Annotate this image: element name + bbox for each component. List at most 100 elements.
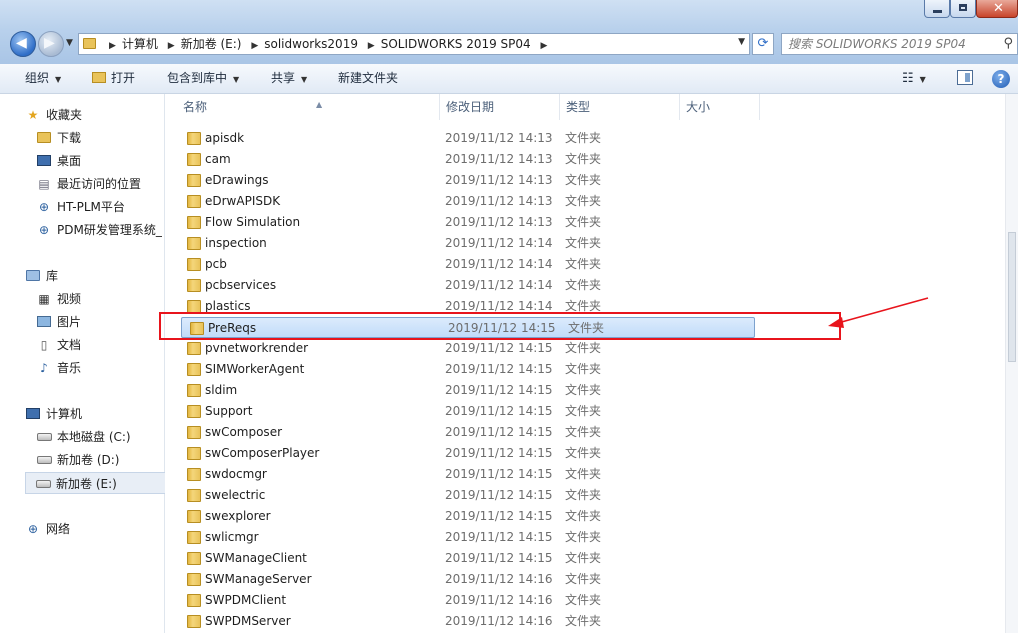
breadcrumb-separator-icon[interactable]: ▶ xyxy=(541,36,548,56)
breadcrumb-drive-e[interactable]: 新加卷 (E:) xyxy=(181,34,242,54)
column-header-type[interactable]: 类型 xyxy=(560,94,680,120)
music-icon: ♪ xyxy=(40,361,48,375)
navigation-pane: ★ 收藏夹 下载 桌面 ▤ 最近访问的位置 ⊕ HT-PLM平台 ⊕ PDM研发管理系统… xyxy=(0,94,188,633)
file-row[interactable]: SWManageServer 2019/11/12 14:16 文件夹 xyxy=(179,569,753,590)
nav-desktop[interactable]: 桌面 xyxy=(36,150,81,172)
file-row[interactable]: swComposer 2019/11/12 14:15 文件夹 xyxy=(179,422,753,443)
include-label: 包含到库中 xyxy=(167,71,228,85)
file-row[interactable]: Support 2019/11/12 14:15 文件夹 xyxy=(179,401,753,422)
breadcrumb-separator-icon[interactable]: ▶ xyxy=(368,36,375,56)
file-type: 文件夹 xyxy=(565,341,602,355)
nav-favorites[interactable]: ★ 收藏夹 xyxy=(25,104,82,126)
maximize-button[interactable] xyxy=(950,0,976,18)
search-box[interactable]: ⚲ xyxy=(781,33,1018,55)
back-button[interactable]: ◀ xyxy=(10,31,36,57)
file-row[interactable]: apisdk 2019/11/12 14:13 文件夹 xyxy=(179,128,753,149)
nav-recent-places[interactable]: ▤ 最近访问的位置 xyxy=(36,173,141,195)
nav-pdm[interactable]: ⊕ PDM研发管理系统_ xyxy=(36,219,164,241)
nav-pictures[interactable]: 图片 xyxy=(36,311,81,333)
network-shortcut-icon: ⊕ xyxy=(38,200,50,214)
file-row[interactable]: swelectric 2019/11/12 14:15 文件夹 xyxy=(179,485,753,506)
breadcrumb-computer[interactable]: 计算机 xyxy=(122,34,158,54)
forward-arrow-icon: ▶ xyxy=(44,35,55,51)
scrollbar-thumb[interactable] xyxy=(1008,232,1016,362)
refresh-button[interactable]: ⟳ xyxy=(752,33,774,55)
column-label: 修改日期 xyxy=(446,100,495,114)
file-type: 文件夹 xyxy=(565,446,602,460)
nav-documents[interactable]: ▯ 文档 xyxy=(36,334,81,356)
nav-drive-d[interactable]: 新加卷 (D:) xyxy=(36,449,119,471)
nav-libraries[interactable]: 库 xyxy=(25,265,58,287)
nav-videos[interactable]: ▦ 视频 xyxy=(36,288,81,310)
share-button[interactable]: 共享 ▼ xyxy=(271,64,307,93)
breadcrumb-solidworks2019[interactable]: solidworks2019 xyxy=(264,34,358,54)
folder-icon xyxy=(187,258,201,271)
file-row[interactable]: swlicmgr 2019/11/12 14:15 文件夹 xyxy=(179,527,753,548)
address-bar[interactable]: ▶ 计算机 ▶ 新加卷 (E:) ▶ solidworks2019 ▶ SOLIDWOR… xyxy=(78,33,750,55)
change-view-button[interactable]: ☷ ▼ xyxy=(902,64,926,93)
address-dropdown-icon[interactable]: ▼ xyxy=(738,37,745,47)
nav-drive-e[interactable]: 新加卷 (E:) xyxy=(25,472,188,494)
search-input[interactable] xyxy=(788,35,988,53)
minimize-button[interactable] xyxy=(924,0,950,18)
file-row[interactable]: eDrawings 2019/11/12 14:13 文件夹 xyxy=(179,170,753,191)
file-row[interactable]: pcbservices 2019/11/12 14:14 文件夹 xyxy=(179,275,753,296)
column-header-name[interactable]: ▲ 名称 xyxy=(177,94,440,120)
folder-icon xyxy=(187,279,201,292)
close-button[interactable]: ✕ xyxy=(976,0,1018,18)
system-drive-icon xyxy=(36,426,52,448)
annotation-arrow-icon xyxy=(828,297,929,328)
file-row[interactable]: sldim 2019/11/12 14:15 文件夹 xyxy=(179,380,753,401)
file-modified-date: 2019/11/12 14:15 xyxy=(445,509,553,523)
file-row[interactable]: eDrwAPISDK 2019/11/12 14:13 文件夹 xyxy=(179,191,753,212)
new-folder-button[interactable]: 新建文件夹 xyxy=(338,64,398,93)
file-row[interactable]: swdocmgr 2019/11/12 14:15 文件夹 xyxy=(179,464,753,485)
file-row[interactable]: SWPDMClient 2019/11/12 14:16 文件夹 xyxy=(179,590,753,611)
file-name: Support xyxy=(205,404,253,418)
file-type: 文件夹 xyxy=(565,173,602,187)
folder-icon xyxy=(187,132,201,145)
downloads-folder-icon xyxy=(36,127,52,149)
file-row[interactable]: swexplorer 2019/11/12 14:15 文件夹 xyxy=(179,506,753,527)
network-shortcut-icon: ⊕ xyxy=(38,223,50,237)
back-arrow-icon: ◀ xyxy=(16,35,27,51)
file-type: 文件夹 xyxy=(565,488,602,502)
file-row[interactable]: cam 2019/11/12 14:13 文件夹 xyxy=(179,149,753,170)
include-in-library-button[interactable]: 包含到库中 ▼ xyxy=(167,64,239,93)
dropdown-caret-icon: ▼ xyxy=(233,75,240,84)
column-header-date[interactable]: 修改日期 xyxy=(440,94,560,120)
breadcrumb-separator-icon[interactable]: ▶ xyxy=(251,36,258,56)
forward-button[interactable]: ▶ xyxy=(38,31,64,57)
nav-downloads[interactable]: 下载 xyxy=(36,127,81,149)
preview-pane-button[interactable] xyxy=(957,70,973,85)
file-modified-date: 2019/11/12 14:15 xyxy=(445,341,553,355)
folder-icon xyxy=(187,195,201,208)
file-row[interactable]: SWPDMServer 2019/11/12 14:16 文件夹 xyxy=(179,611,753,632)
file-row[interactable]: Flow Simulation 2019/11/12 14:13 文件夹 xyxy=(179,212,753,233)
file-row[interactable]: inspection 2019/11/12 14:14 文件夹 xyxy=(179,233,753,254)
search-icon[interactable]: ⚲ xyxy=(1003,36,1013,51)
organize-menu-button[interactable]: 组织 ▼ xyxy=(25,64,61,93)
folder-icon xyxy=(187,531,201,544)
file-row[interactable]: swComposerPlayer 2019/11/12 14:15 文件夹 xyxy=(179,443,753,464)
nav-music[interactable]: ♪ 音乐 xyxy=(36,357,81,379)
vertical-scrollbar[interactable] xyxy=(1005,94,1018,633)
column-label: 类型 xyxy=(566,100,591,114)
nav-ht-plm[interactable]: ⊕ HT-PLM平台 xyxy=(36,196,125,218)
breadcrumb-separator-icon[interactable]: ▶ xyxy=(109,36,116,56)
open-button[interactable]: 打开 xyxy=(92,64,135,93)
file-row[interactable]: pvnetworkrender 2019/11/12 14:15 文件夹 xyxy=(179,338,753,359)
file-type: 文件夹 xyxy=(565,551,602,565)
help-button[interactable]: ? xyxy=(992,70,1010,88)
nav-network[interactable]: ⊕ 网络 xyxy=(25,518,70,540)
file-row[interactable]: SIMWorkerAgent 2019/11/12 14:15 文件夹 xyxy=(179,359,753,380)
history-dropdown-icon[interactable]: ▼ xyxy=(66,38,73,48)
file-row[interactable]: SWManageClient 2019/11/12 14:15 文件夹 xyxy=(179,548,753,569)
nav-drive-c[interactable]: 本地磁盘 (C:) xyxy=(36,426,131,448)
breadcrumb-separator-icon[interactable]: ▶ xyxy=(168,36,175,56)
column-header-size[interactable]: 大小 xyxy=(680,94,760,120)
file-row[interactable]: pcb 2019/11/12 14:14 文件夹 xyxy=(179,254,753,275)
drive-icon xyxy=(36,449,52,471)
breadcrumb-sp04[interactable]: SOLIDWORKS 2019 SP04 xyxy=(381,34,531,54)
nav-computer[interactable]: 计算机 xyxy=(25,403,82,425)
